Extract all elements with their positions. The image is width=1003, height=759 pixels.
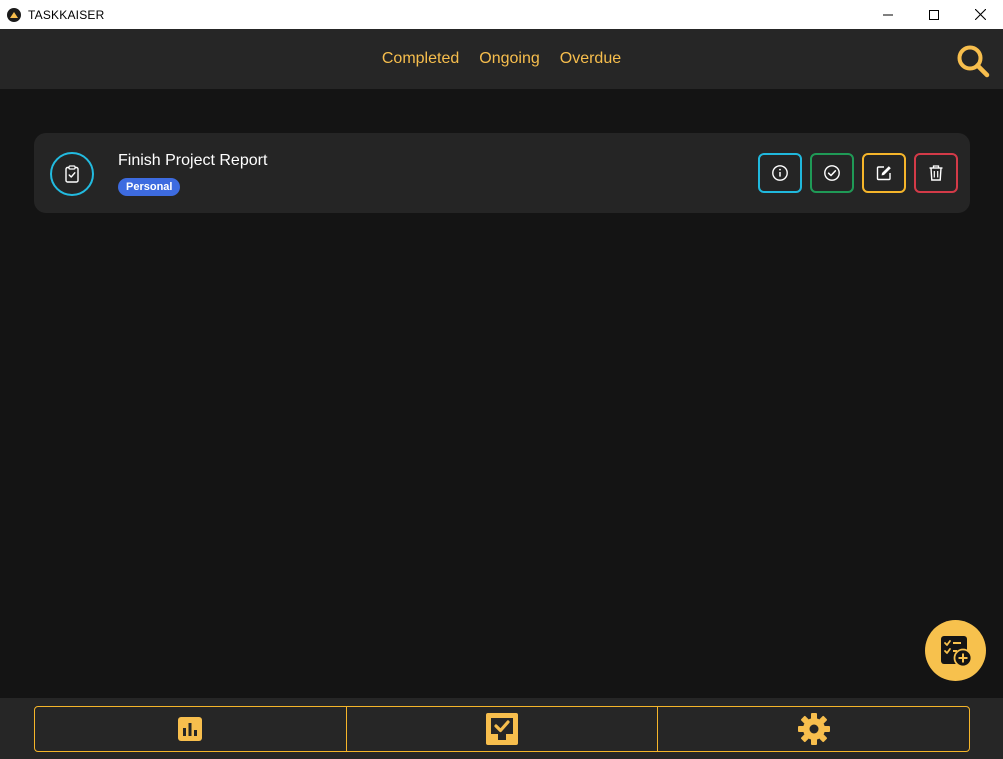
task-tag-badge: Personal	[118, 178, 181, 196]
check-circle-icon	[824, 165, 840, 181]
nav-settings[interactable]	[657, 707, 969, 751]
filter-tabs: Completed Ongoing Overdue	[0, 29, 1003, 89]
task-list-area: Finish Project Report Personal	[0, 89, 1003, 698]
task-complete-button[interactable]	[810, 153, 854, 193]
close-icon	[974, 9, 986, 20]
tasks-icon	[486, 713, 518, 745]
task-title: Finish Project Report	[118, 152, 268, 169]
minimize-icon	[883, 14, 893, 15]
maximize-button[interactable]	[911, 0, 957, 29]
nav-tasks[interactable]	[345, 707, 658, 751]
search-icon	[957, 45, 990, 78]
maximize-icon	[929, 9, 939, 20]
window-title: TASKKAISER	[28, 7, 105, 22]
edit-icon	[876, 166, 891, 181]
search-button[interactable]	[955, 43, 991, 79]
task-actions	[758, 153, 958, 193]
task-info-button[interactable]	[758, 153, 802, 193]
tab-ongoing[interactable]: Ongoing	[479, 50, 540, 68]
bottom-bar	[0, 698, 1003, 759]
gear-icon	[797, 713, 830, 745]
add-task-icon	[940, 635, 972, 667]
close-button[interactable]	[957, 0, 1003, 29]
window-titlebar: TASKKAISER	[0, 0, 1003, 29]
task-edit-button[interactable]	[862, 153, 906, 193]
bar-chart-icon	[178, 717, 203, 741]
tab-overdue[interactable]: Overdue	[560, 50, 621, 68]
task-card[interactable]: Finish Project Report Personal	[34, 133, 970, 213]
app-logo-icon	[7, 7, 21, 22]
trash-icon	[929, 165, 943, 181]
minimize-button[interactable]	[865, 0, 911, 29]
bottom-nav	[34, 706, 970, 752]
tab-completed[interactable]: Completed	[382, 50, 459, 68]
task-delete-button[interactable]	[914, 153, 958, 193]
app-header: Completed Ongoing Overdue	[0, 29, 1003, 89]
nav-statistics[interactable]	[35, 707, 346, 751]
window-controls	[865, 0, 1003, 29]
info-icon	[772, 165, 788, 181]
add-task-button[interactable]	[925, 620, 986, 681]
clipboard-check-icon	[50, 152, 94, 196]
